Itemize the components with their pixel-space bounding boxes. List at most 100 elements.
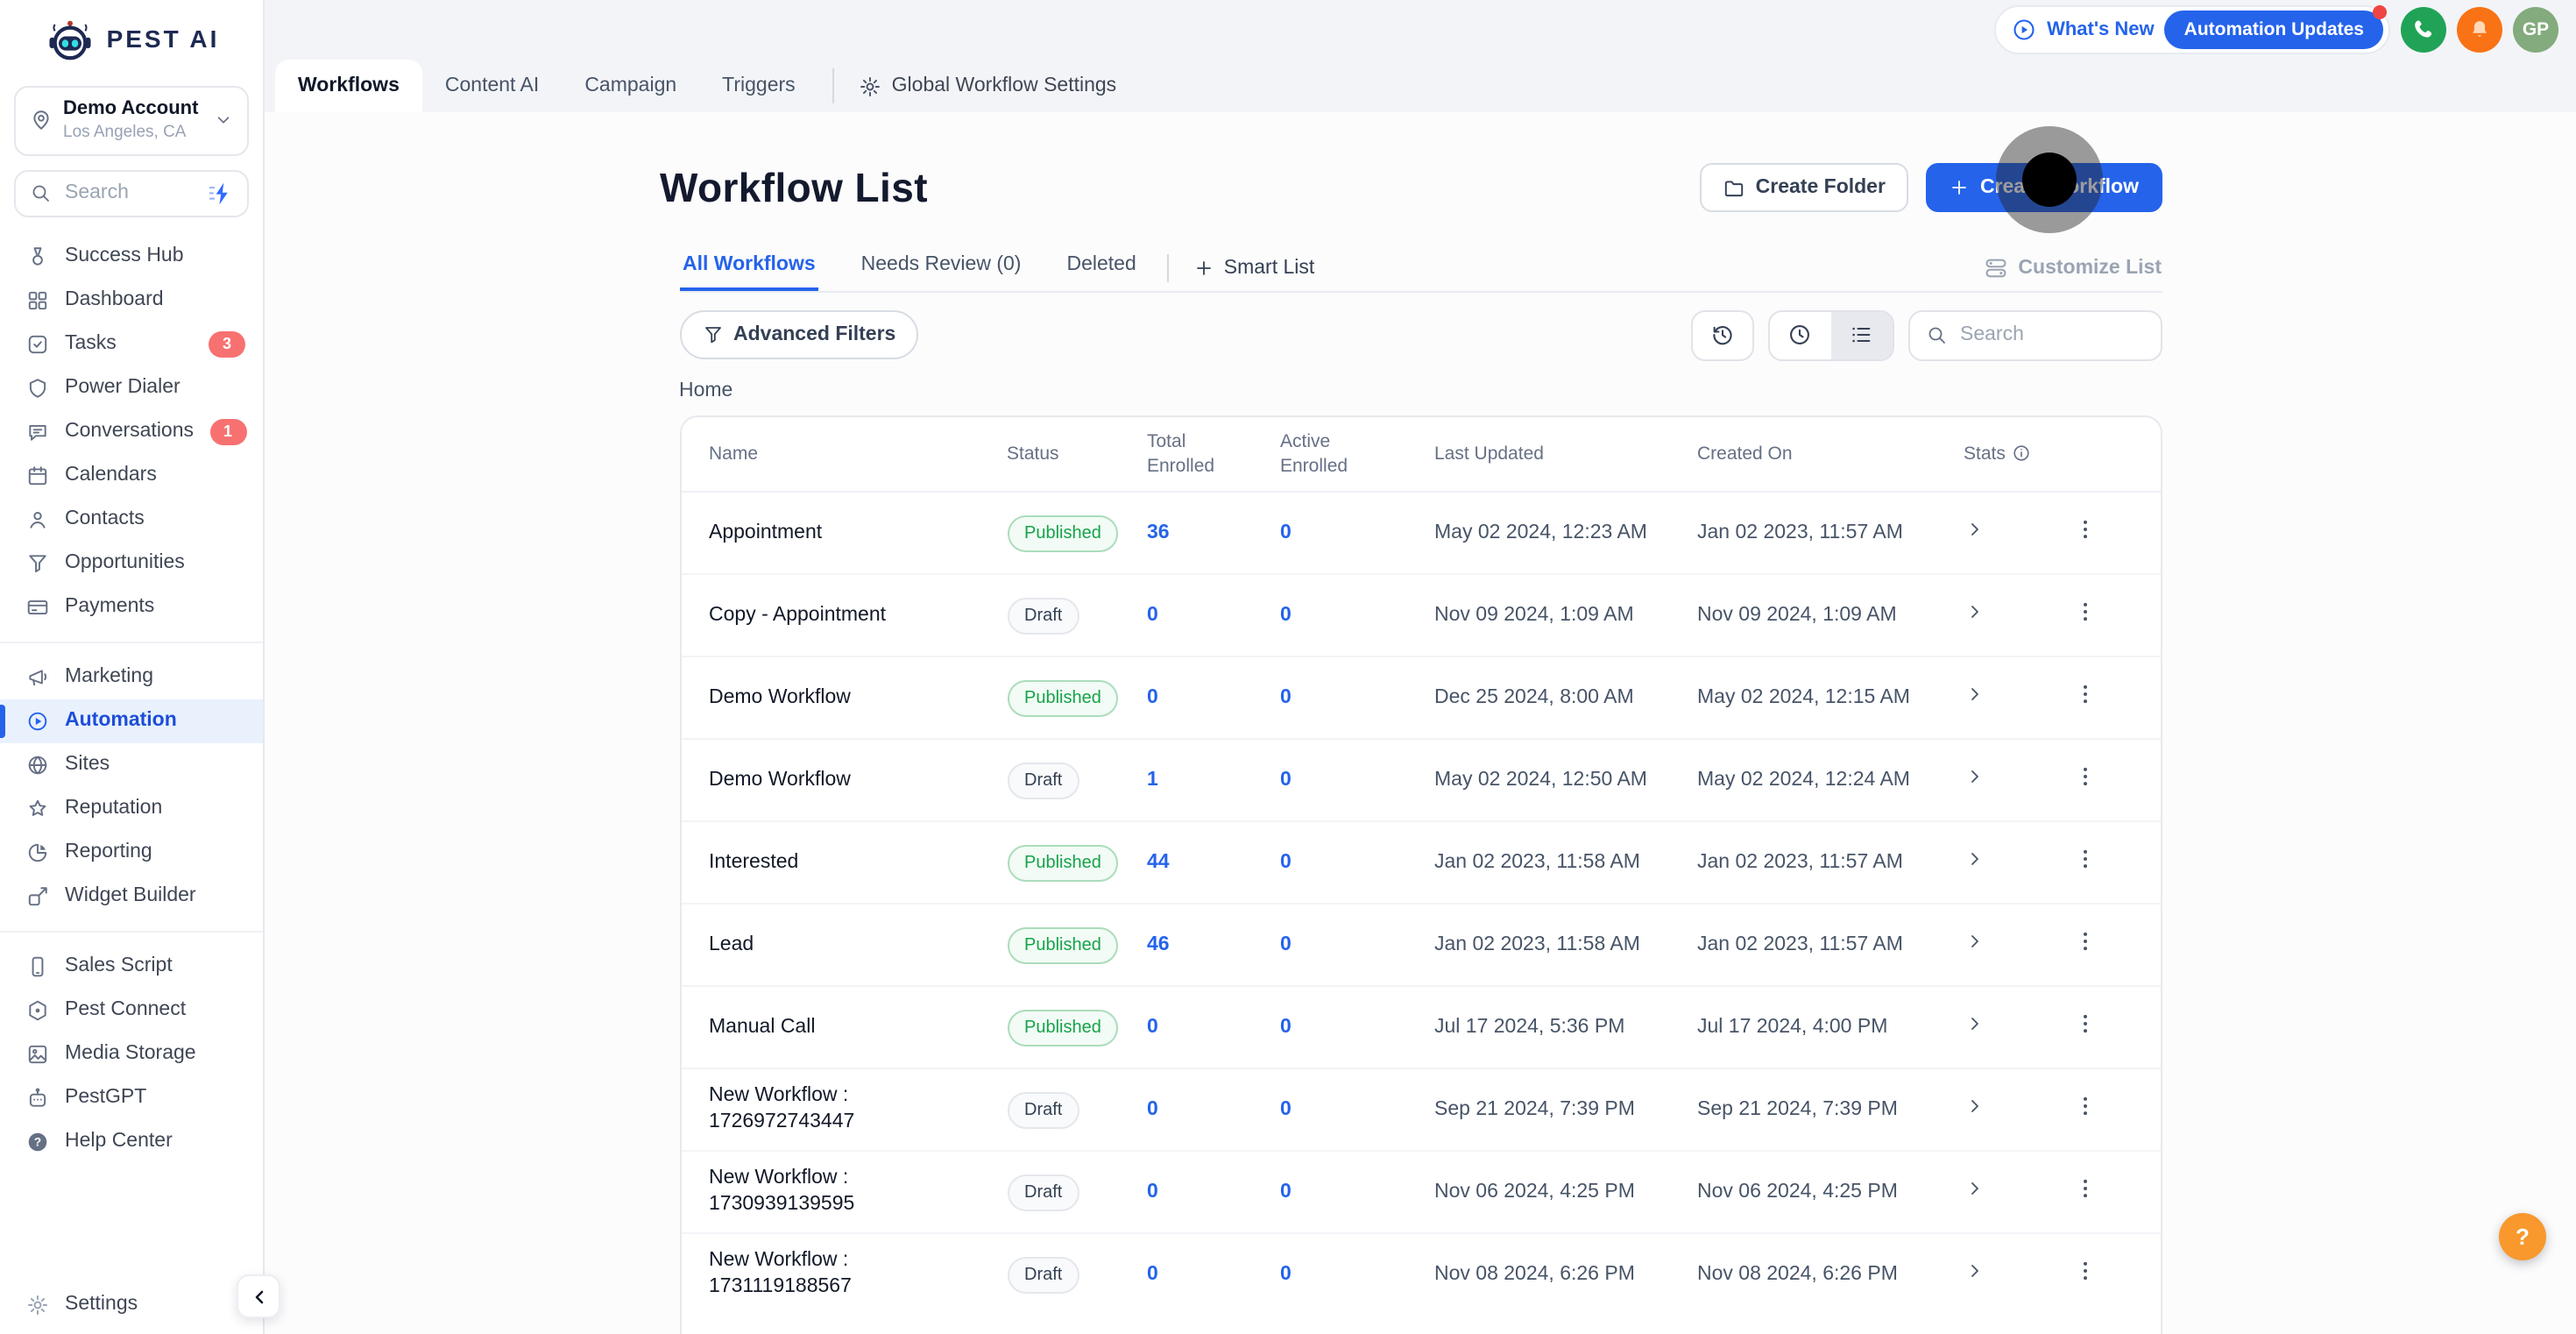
customize-list-button[interactable]: Customize List	[1983, 256, 2162, 280]
total-enrolled-link[interactable]: 0	[1147, 1179, 1280, 1205]
sidebar-item-tasks[interactable]: Tasks 3	[0, 322, 263, 365]
active-enrolled-link[interactable]: 0	[1280, 1014, 1434, 1040]
enrollment-history-button[interactable]	[1690, 309, 1753, 360]
table-row[interactable]: Copy - Appointment Draft 0 0 Nov 09 2024…	[681, 575, 2160, 657]
total-enrolled-link[interactable]: 44	[1147, 849, 1280, 876]
sidebar-item-calendars[interactable]: Calendars	[0, 453, 263, 497]
sidebar-item-success-hub[interactable]: Success Hub	[0, 234, 263, 278]
open-workflow-button[interactable]	[1964, 1177, 1985, 1198]
list-view-button[interactable]	[1830, 311, 1892, 358]
workflow-name[interactable]: New Workflow : 1730939139595	[709, 1166, 1007, 1218]
row-actions-menu-button[interactable]	[2072, 928, 2097, 953]
list-tab-all-workflows[interactable]: All Workflows	[679, 242, 819, 291]
table-row[interactable]: Manual Call Published 0 0 Jul 17 2024, 5…	[681, 987, 2160, 1069]
active-enrolled-link[interactable]: 0	[1280, 1179, 1434, 1205]
notifications-button[interactable]	[2457, 7, 2502, 53]
total-enrolled-link[interactable]: 0	[1147, 1261, 1280, 1288]
sidebar-item-reputation[interactable]: Reputation	[0, 786, 263, 830]
sidebar-item-help-center[interactable]: ? Help Center	[0, 1119, 263, 1163]
workflow-search-input[interactable]	[1957, 323, 2144, 347]
workflow-name[interactable]: New Workflow : 1726972743447	[709, 1083, 1007, 1136]
sidebar-item-pestgpt[interactable]: PestGPT	[0, 1075, 263, 1119]
top-tab-content-ai[interactable]: Content AI	[422, 60, 562, 112]
row-actions-menu-button[interactable]	[2072, 599, 2097, 623]
active-enrolled-link[interactable]: 0	[1280, 685, 1434, 711]
table-row[interactable]: Demo Workflow Published 0 0 Dec 25 2024,…	[681, 657, 2160, 740]
table-row[interactable]: New Workflow : 1731119188567 Draft 0 0 N…	[681, 1234, 2160, 1315]
workflow-name[interactable]: Interested	[709, 849, 1007, 876]
workflow-name[interactable]: Demo Workflow	[709, 685, 1007, 711]
active-enrolled-link[interactable]: 0	[1280, 602, 1434, 628]
sidebar-item-contacts[interactable]: Contacts	[0, 497, 263, 541]
help-floating-button[interactable]: ?	[2499, 1213, 2546, 1260]
sidebar-item-power-dialer[interactable]: Power Dialer	[0, 365, 263, 409]
breadcrumb[interactable]: Home	[679, 380, 2162, 401]
table-row[interactable]: Appointment Published 36 0 May 02 2024, …	[681, 493, 2160, 575]
sidebar-item-opportunities[interactable]: Opportunities	[0, 541, 263, 585]
phone-button[interactable]	[2401, 7, 2446, 53]
top-tab-triggers[interactable]: Triggers	[699, 60, 818, 112]
sidebar-item-pest-connect[interactable]: Pest Connect	[0, 988, 263, 1032]
table-row[interactable]: Interested Published 44 0 Jan 02 2023, 1…	[681, 822, 2160, 905]
total-enrolled-link[interactable]: 0	[1147, 602, 1280, 628]
sidebar-item-payments[interactable]: Payments	[0, 585, 263, 628]
active-enrolled-link[interactable]: 0	[1280, 849, 1434, 876]
account-switcher[interactable]: Demo Account Los Angeles, CA	[14, 86, 249, 156]
table-row[interactable]: Lead Published 46 0 Jan 02 2023, 11:58 A…	[681, 905, 2160, 987]
total-enrolled-link[interactable]: 0	[1147, 1014, 1280, 1040]
workflow-name[interactable]: Appointment	[709, 520, 1007, 546]
open-workflow-button[interactable]	[1964, 518, 1985, 539]
whats-new-pill[interactable]: What's New Automation Updates	[1994, 5, 2390, 54]
active-enrolled-link[interactable]: 0	[1280, 1261, 1434, 1288]
workflow-search[interactable]	[1907, 309, 2162, 360]
open-workflow-button[interactable]	[1964, 1259, 1985, 1281]
top-tab-workflows[interactable]: Workflows	[275, 60, 422, 112]
total-enrolled-link[interactable]: 0	[1147, 685, 1280, 711]
workflow-name[interactable]: Demo Workflow	[709, 767, 1007, 793]
sidebar-item-dashboard[interactable]: Dashboard	[0, 278, 263, 322]
user-avatar[interactable]: GP	[2513, 7, 2558, 53]
total-enrolled-link[interactable]: 0	[1147, 1096, 1280, 1123]
workflow-name[interactable]: Manual Call	[709, 1014, 1007, 1040]
active-enrolled-link[interactable]: 0	[1280, 932, 1434, 958]
table-row[interactable]: New Workflow : 1726972743447 Draft 0 0 S…	[681, 1069, 2160, 1152]
open-workflow-button[interactable]	[1964, 1095, 1985, 1116]
open-workflow-button[interactable]	[1964, 1012, 1985, 1033]
collapse-sidebar-button[interactable]	[237, 1274, 280, 1318]
row-actions-menu-button[interactable]	[2072, 1093, 2097, 1118]
sidebar-item-widget-builder[interactable]: Widget Builder	[0, 874, 263, 918]
global-workflow-settings-link[interactable]: Global Workflow Settings	[848, 60, 1128, 112]
open-workflow-button[interactable]	[1964, 600, 1985, 621]
workflow-name[interactable]: Lead	[709, 932, 1007, 958]
top-tab-campaign[interactable]: Campaign	[562, 60, 699, 112]
sidebar-item-media-storage[interactable]: Media Storage	[0, 1032, 263, 1075]
create-folder-button[interactable]: Create Folder	[1699, 163, 1908, 212]
table-row[interactable]: New Workflow : 1730939139595 Draft 0 0 N…	[681, 1152, 2160, 1234]
advanced-filters-button[interactable]: Advanced Filters	[679, 310, 919, 359]
sidebar-item-automation[interactable]: Automation	[0, 699, 263, 743]
workflow-name[interactable]: Copy - Appointment	[709, 602, 1007, 628]
quick-actions-bolt-icon[interactable]	[207, 180, 233, 206]
active-enrolled-link[interactable]: 0	[1280, 1096, 1434, 1123]
open-workflow-button[interactable]	[1964, 765, 1985, 786]
open-workflow-button[interactable]	[1964, 930, 1985, 951]
row-actions-menu-button[interactable]	[2072, 1011, 2097, 1035]
table-row[interactable]: Demo Workflow Draft 1 0 May 02 2024, 12:…	[681, 740, 2160, 822]
row-actions-menu-button[interactable]	[2072, 1175, 2097, 1200]
total-enrolled-link[interactable]: 1	[1147, 767, 1280, 793]
workflow-name[interactable]: New Workflow : 1731119188567	[709, 1248, 1007, 1301]
list-tab-needs-review-0-[interactable]: Needs Review (0)	[858, 242, 1025, 291]
open-workflow-button[interactable]	[1964, 683, 1985, 704]
active-enrolled-link[interactable]: 0	[1280, 767, 1434, 793]
row-actions-menu-button[interactable]	[2072, 846, 2097, 870]
sidebar-item-reporting[interactable]: Reporting	[0, 830, 263, 874]
time-view-button[interactable]	[1769, 311, 1830, 358]
row-actions-menu-button[interactable]	[2072, 1258, 2097, 1282]
sidebar-search-input[interactable]	[61, 181, 191, 206]
active-enrolled-link[interactable]: 0	[1280, 520, 1434, 546]
sidebar-item-conversations[interactable]: Conversations 1	[0, 409, 263, 453]
sidebar-item-sites[interactable]: Sites	[0, 742, 263, 786]
sidebar-item-settings[interactable]: Settings	[0, 1273, 263, 1334]
row-actions-menu-button[interactable]	[2072, 681, 2097, 706]
automation-updates-badge[interactable]: Automation Updates	[2164, 5, 2387, 49]
